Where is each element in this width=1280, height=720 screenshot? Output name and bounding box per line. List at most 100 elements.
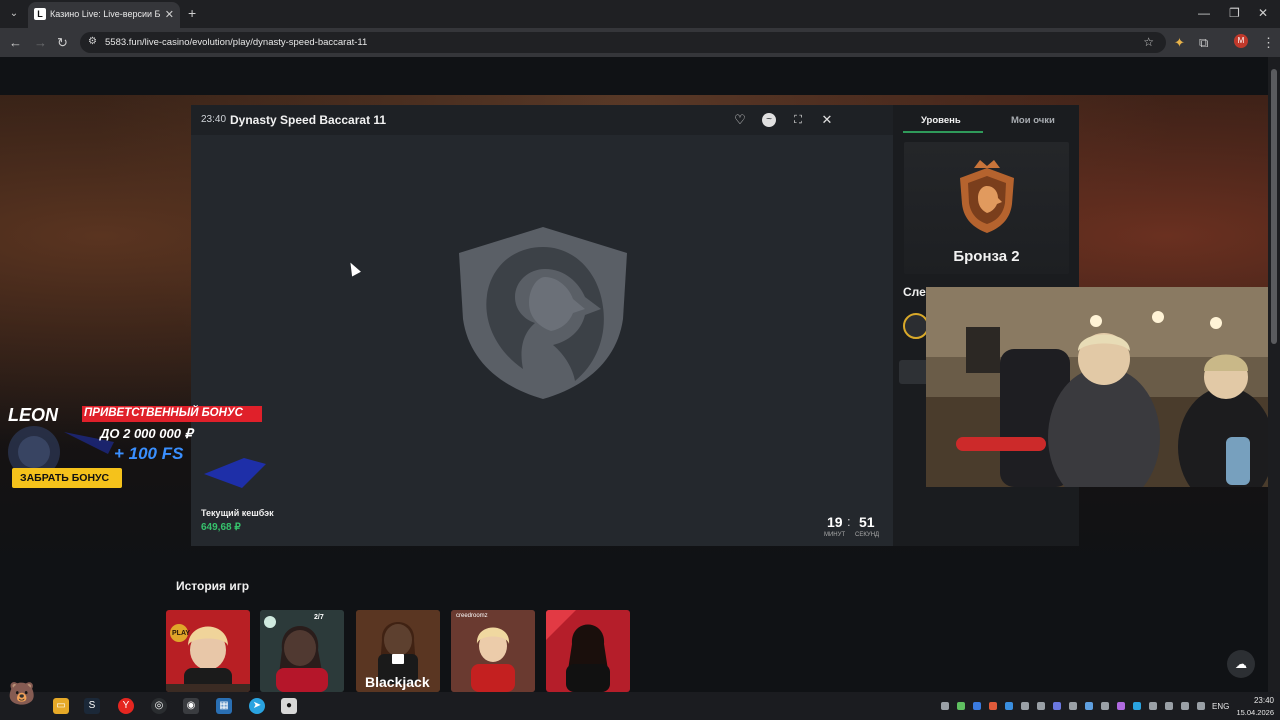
game-thumbnail[interactable]: creedroomz — [451, 610, 535, 692]
tray-app-icon[interactable] — [1069, 702, 1077, 710]
close-game-icon[interactable]: ✕ — [818, 111, 836, 129]
next-level-label: Сле — [903, 285, 926, 299]
new-tab-button[interactable]: + — [188, 6, 196, 20]
network-icon[interactable] — [1149, 702, 1157, 710]
game-thumbnail[interactable]: PLAY — [166, 610, 250, 692]
url-text: 5583.fun/live-casino/evolution/play/dyna… — [105, 37, 368, 48]
rank-card: Бронза 2 — [904, 142, 1069, 274]
tray-app-icon[interactable] — [989, 702, 997, 710]
tray-app-icon[interactable] — [1037, 702, 1045, 710]
tray-app-icon[interactable] — [1021, 702, 1029, 710]
browser-tab-bar: ⌄ L Казино Live: Live-версии Блэкдж ✕ + … — [0, 0, 1280, 28]
site-info-icon[interactable]: ⚙ — [88, 36, 97, 47]
calculator-icon[interactable]: ▦ — [216, 698, 232, 714]
omnibox[interactable]: ⚙ 5583.fun/live-casino/evolution/play/dy… — [80, 32, 1166, 53]
steam-icon[interactable]: S — [84, 698, 100, 714]
fullscreen-icon[interactable]: ⛶ — [789, 111, 807, 129]
promo-free-spins: + 100 FS — [114, 444, 184, 463]
app-icon[interactable]: ● — [281, 698, 297, 714]
tab-my-points[interactable]: Мои очки — [1011, 115, 1055, 126]
mascot-overlay-icon: 🐻 — [8, 681, 36, 706]
timer-colon: : — [847, 514, 851, 529]
favorite-heart-icon[interactable]: ♡ — [731, 111, 749, 129]
dealer-image — [260, 610, 344, 692]
tray-chevron-icon[interactable] — [941, 702, 949, 710]
menu-kebab-icon[interactable]: ⋮ — [1262, 35, 1275, 51]
tray-app-icon[interactable] — [1101, 702, 1109, 710]
page-content: 23:40 Dynasty Speed Baccarat 11 ♡ ~ ⛶ ✕ … — [0, 57, 1268, 692]
cashback-value: 649,68 ₽ — [201, 522, 241, 533]
tray-app-icon[interactable] — [1085, 702, 1093, 710]
back-icon[interactable]: ← — [9, 35, 22, 50]
dealer-image — [546, 610, 610, 692]
webcam-image — [926, 287, 1268, 487]
game-thumbnail[interactable]: 2/7 — [260, 610, 344, 692]
player-header: 23:40 Dynasty Speed Baccarat 11 ♡ ~ ⛶ ✕ — [191, 105, 893, 135]
support-chat-button[interactable]: ☁ — [1227, 650, 1255, 678]
game-player: 23:40 Dynasty Speed Baccarat 11 ♡ ~ ⛶ ✕ … — [191, 105, 893, 546]
browser-tab[interactable]: L Казино Live: Live-версии Блэкдж ✕ — [28, 2, 180, 28]
tab-title: Казино Live: Live-версии Блэкдж — [50, 9, 160, 19]
dealer-image — [451, 610, 535, 692]
game-thumbnail[interactable] — [546, 610, 630, 692]
bookmark-star-icon[interactable]: ☆ — [1143, 35, 1154, 49]
streamer-webcam — [926, 287, 1268, 487]
file-explorer-icon[interactable]: ▭ — [53, 698, 69, 714]
bluetooth-icon[interactable] — [1005, 702, 1013, 710]
tray-app-icon[interactable] — [957, 702, 965, 710]
profile-avatar[interactable]: M — [1234, 34, 1248, 48]
player-clock: 23:40 — [201, 114, 227, 125]
rank-name: Бронза 2 — [953, 248, 1020, 265]
active-tab-indicator — [903, 131, 983, 133]
cashback-label: Текущий кешбэк — [201, 508, 274, 518]
microphone-icon[interactable] — [1165, 702, 1173, 710]
close-tab-icon[interactable]: ✕ — [165, 8, 174, 21]
input-language[interactable]: ENG — [1212, 702, 1229, 711]
timer-seconds: 51 — [859, 514, 875, 530]
obs-icon[interactable]: ◎ — [151, 698, 167, 714]
close-window-icon[interactable]: ✕ — [1258, 6, 1268, 20]
address-toolbar: ← → ↻ ⚙ 5583.fun/live-casino/evolution/p… — [0, 28, 1280, 57]
chat-icon[interactable]: ~ — [762, 113, 776, 127]
lion-shield-logo-icon — [459, 227, 627, 399]
clock-time[interactable]: 23:40 — [1242, 696, 1274, 705]
timer-minutes: 19 — [827, 514, 843, 530]
broom-extension-icon[interactable]: ✦ — [1174, 35, 1185, 51]
game-title: Dynasty Speed Baccarat 11 — [230, 113, 387, 127]
windows-taskbar: 🐻 ▭ S Y ◎ ◉ ▦ ➤ ● ENG 23:40 15.04.2026 — [0, 683, 1280, 720]
forward-icon[interactable]: → — [34, 35, 47, 50]
players-count: 2/7 — [314, 614, 324, 621]
tab-level[interactable]: Уровень — [921, 115, 961, 126]
chrome-icon[interactable]: ◉ — [183, 698, 199, 714]
page-scrollbar[interactable] — [1268, 57, 1280, 692]
restore-icon[interactable]: ❐ — [1229, 6, 1240, 20]
history-title: История игр — [176, 579, 250, 593]
blackjack-label: Blackjack — [365, 674, 430, 690]
claim-bonus-button[interactable]: ЗАБРАТЬ БОНУС — [20, 472, 109, 484]
yandex-browser-icon[interactable]: Y — [118, 698, 134, 714]
extensions-icon[interactable]: ⧉ — [1199, 35, 1208, 51]
reload-icon[interactable]: ↻ — [57, 35, 68, 51]
tab-search-button[interactable]: ⌄ — [6, 6, 22, 22]
clock-date[interactable]: 15.04.2026 — [1234, 708, 1274, 717]
promo-amount: ДО 2 000 000 ₽ — [100, 426, 193, 441]
leon-promo-banner[interactable]: LEON ПРИВЕТСТВЕННЫЙ БОНУС ДО 2 000 000 ₽… — [4, 402, 266, 492]
timer-seconds-label: СЕКУНД — [855, 532, 880, 538]
provider-label: creedroomz — [456, 613, 488, 619]
tray-app-icon[interactable] — [973, 702, 981, 710]
telegram-tray-icon[interactable] — [1133, 702, 1141, 710]
play-badge: PLAY — [172, 630, 191, 637]
timer-minutes-label: МИНУТ — [824, 532, 846, 538]
game-thumbnail[interactable]: Blackjack — [356, 610, 440, 692]
bronze-rank-badge-icon — [960, 160, 1014, 233]
scrollbar-thumb[interactable] — [1271, 69, 1277, 344]
discord-icon[interactable] — [1053, 702, 1061, 710]
tray-app-icon[interactable] — [1197, 702, 1205, 710]
tray-app-icon[interactable] — [1117, 702, 1125, 710]
speaker-icon[interactable] — [1181, 702, 1189, 710]
leon-logo: LEON — [8, 405, 59, 425]
minimize-icon[interactable]: — — [1198, 6, 1210, 20]
telegram-icon[interactable]: ➤ — [249, 698, 265, 714]
site-favicon: L — [34, 8, 46, 20]
dealer-image — [166, 624, 250, 692]
